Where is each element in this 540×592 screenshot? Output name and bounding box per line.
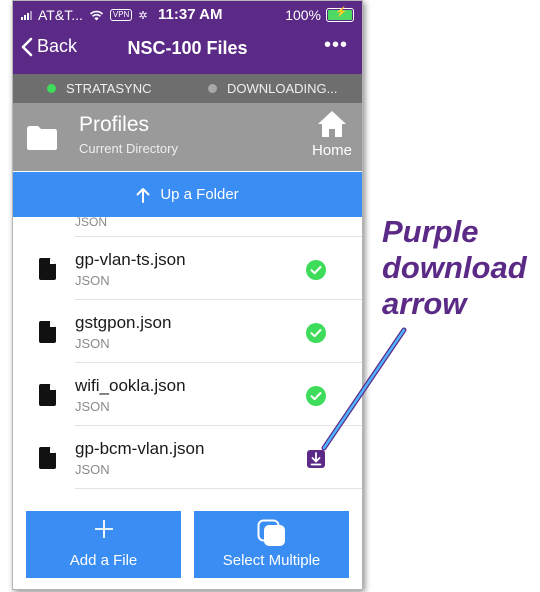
download-arrow-icon[interactable]: [306, 449, 326, 469]
sync-status-bar: STRATASYNC DOWNLOADING...: [13, 74, 362, 103]
directory-subtitle: Current Directory: [79, 141, 178, 156]
arrow-up-icon: [136, 187, 150, 203]
document-icon: [39, 321, 56, 343]
file-list[interactable]: JSON gp-vlan-ts.json JSON gstgpon.json J…: [13, 217, 362, 492]
document-icon: [39, 384, 56, 406]
add-a-file-label: Add a File: [69, 552, 138, 569]
status-left: AT&T... VPN ✲: [21, 7, 148, 23]
status-dot-icon: [47, 84, 56, 93]
home-button[interactable]: Home: [312, 109, 352, 159]
vpn-badge: VPN: [109, 9, 133, 21]
plus-icon: [26, 519, 181, 539]
select-multiple-label: Select Multiple: [222, 552, 321, 569]
more-menu-button[interactable]: •••: [324, 34, 348, 57]
up-a-folder-label: Up a Folder: [160, 186, 239, 203]
annotation-callout: Purple download arrow: [382, 214, 527, 322]
annotation-line-2: download: [382, 250, 527, 285]
battery-icon: ⚡: [326, 7, 354, 22]
divider: [75, 362, 362, 363]
status-bar: AT&T... VPN ✲ 11:37 AM 100% ⚡: [13, 1, 362, 27]
status-dot-icon: [208, 84, 217, 93]
select-multiple-button[interactable]: Select Multiple: [194, 511, 349, 578]
nav-title: NSC-100 Files: [127, 38, 248, 58]
divider: [75, 425, 362, 426]
copy-stack-icon: [194, 519, 349, 547]
stratasync-label: STRATASYNC: [66, 81, 152, 96]
check-circle-icon: [306, 260, 326, 280]
file-type: JSON: [75, 399, 110, 414]
check-circle-icon: [306, 323, 326, 343]
add-a-file-button[interactable]: Add a File: [26, 511, 181, 578]
document-icon: [39, 258, 56, 280]
divider: [75, 299, 362, 300]
check-circle-icon: [306, 386, 326, 406]
phone-screen: AT&T... VPN ✲ 11:37 AM 100% ⚡ Back NSC-1…: [12, 0, 363, 590]
app-top-bar: AT&T... VPN ✲ 11:37 AM 100% ⚡ Back NSC-1…: [13, 1, 362, 74]
file-row-gp-vlan-ts[interactable]: gp-vlan-ts.json JSON: [13, 238, 362, 300]
divider: [75, 236, 362, 237]
previous-file-type: JSON: [75, 217, 108, 229]
wifi-icon: [89, 10, 104, 21]
nav-bar: Back NSC-100 Files •••: [13, 29, 362, 71]
battery-percent: 100%: [285, 7, 321, 23]
file-name: gp-bcm-vlan.json: [75, 439, 205, 458]
annotation-line-3: arrow: [382, 286, 467, 321]
bottom-action-bar: Add a File Select Multiple: [13, 497, 362, 589]
directory-header: Profiles Current Directory Home: [13, 103, 362, 171]
folder-icon: [25, 123, 59, 156]
home-label: Home: [311, 142, 352, 159]
file-type: JSON: [75, 462, 110, 477]
divider: [75, 488, 362, 489]
status-time: 11:37 AM: [158, 6, 223, 23]
file-row-wifi-ookla[interactable]: wifi_ookla.json JSON: [13, 364, 362, 426]
file-type: JSON: [75, 273, 110, 288]
downloading-label: DOWNLOADING...: [227, 81, 338, 96]
status-right: 100% ⚡: [285, 7, 354, 23]
up-a-folder-button[interactable]: Up a Folder: [13, 172, 362, 217]
file-row-gstgpon[interactable]: gstgpon.json JSON: [13, 301, 362, 363]
document-icon: [39, 447, 56, 469]
carrier-label: AT&T...: [38, 7, 83, 23]
signal-icon: [21, 10, 32, 20]
directory-name: Profiles: [79, 113, 150, 136]
downloading-status: DOWNLOADING...: [208, 81, 338, 96]
home-icon: [317, 111, 346, 137]
file-name: gp-vlan-ts.json: [75, 250, 186, 269]
file-name: wifi_ookla.json: [75, 376, 186, 395]
file-name: gstgpon.json: [75, 313, 172, 332]
file-type: JSON: [75, 336, 110, 351]
loading-icon: ✲: [138, 9, 148, 22]
annotation-line-1: Purple: [382, 214, 479, 249]
file-row-gp-bcm-vlan[interactable]: gp-bcm-vlan.json JSON: [13, 427, 362, 489]
stratasync-status: STRATASYNC: [47, 81, 151, 96]
